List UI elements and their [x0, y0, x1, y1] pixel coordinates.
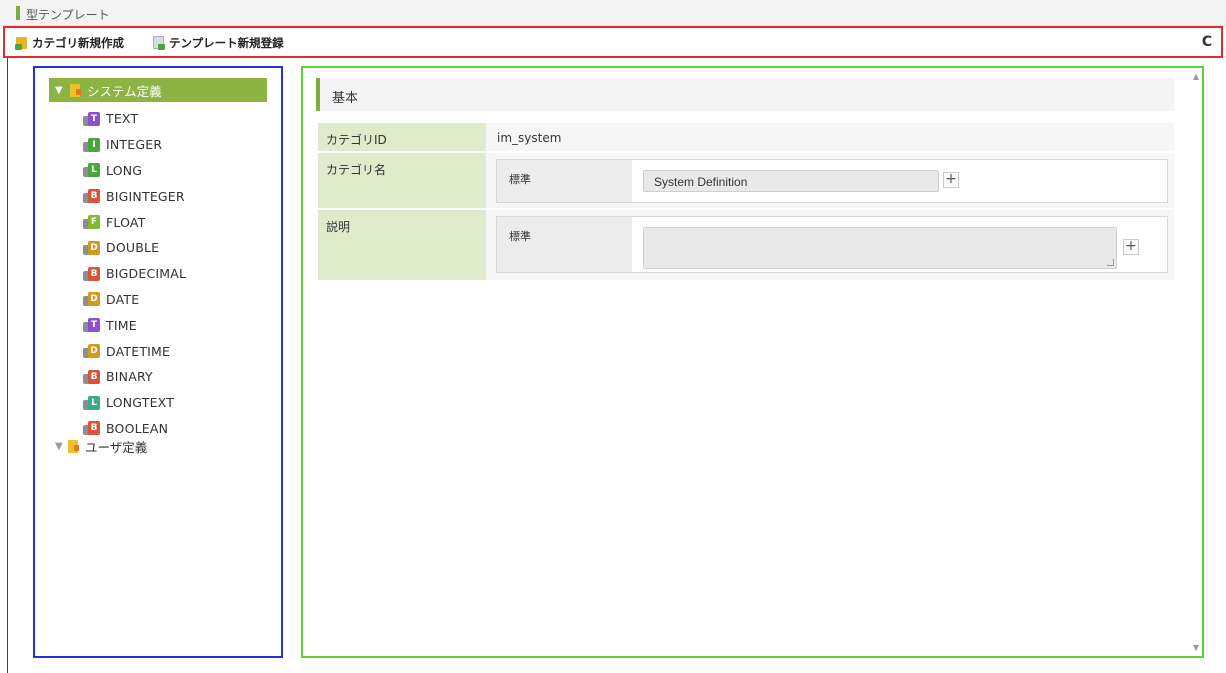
tree-item-integer[interactable]: I INTEGER [83, 132, 186, 158]
type-binary-icon: B [83, 369, 101, 385]
section-marker [316, 78, 320, 111]
tree-item-label: BINARY [106, 369, 153, 385]
tree-item-label: FLOAT [106, 214, 146, 230]
left-divider [7, 58, 8, 673]
folder-icon [67, 439, 81, 453]
folder-add-icon [15, 36, 29, 50]
section-title: 基本 [332, 91, 359, 106]
category-name-label: カテゴリ名 [318, 153, 486, 208]
standard-locale-label: 標準 [497, 217, 632, 272]
folder-icon [69, 83, 83, 97]
tree-item-biginteger[interactable]: B BIGINTEGER [83, 183, 186, 209]
toolbar: カテゴリ新規作成 テンプレート新規登録 C [3, 26, 1223, 58]
section-header: 基本 [316, 78, 1174, 111]
form-row-description: 説明 標準 + [318, 210, 1174, 282]
tree-item-float[interactable]: F FLOAT [83, 209, 186, 235]
scroll-up-icon[interactable]: ▲ [1193, 72, 1199, 81]
window-titlebar: 型テンプレート [0, 0, 1226, 26]
tree-item-double[interactable]: D DOUBLE [83, 235, 186, 261]
tree-item-binary[interactable]: B BINARY [83, 364, 186, 390]
tree-item-label: DATE [106, 291, 140, 307]
type-text-icon: T [83, 111, 101, 127]
tree-node-system[interactable]: ▼ システム定義 [49, 78, 267, 102]
detail-panel: ▲ ▼ 基本 カテゴリID im_system カテゴリ名 標準 System … [301, 66, 1204, 658]
tree-item-long[interactable]: L LONG [83, 158, 186, 184]
window-title: 型テンプレート [26, 8, 110, 22]
description-textarea[interactable] [643, 227, 1117, 269]
new-template-button[interactable]: テンプレート新規登録 [152, 34, 284, 52]
type-datetime-icon: D [83, 343, 101, 359]
type-longtext-icon: L [83, 395, 101, 411]
refresh-icon[interactable]: C [1199, 34, 1215, 50]
category-id-label: カテゴリID [318, 123, 486, 151]
resize-handle-icon[interactable] [1107, 259, 1114, 266]
category-id-cell: im_system [486, 123, 1174, 151]
locale-box: 標準 System Definition + [496, 159, 1168, 203]
type-bigdecimal-icon: B [83, 266, 101, 282]
tree-item-datetime[interactable]: D DATETIME [83, 338, 186, 364]
expand-arrow-icon[interactable]: ▼ [55, 85, 67, 96]
category-tree-panel: ▼ システム定義 T TEXT I INTEGER L LONG B BIGINTEGER F F… [33, 66, 283, 658]
type-biginteger-icon: B [83, 188, 101, 204]
category-name-cell: 標準 System Definition + [486, 153, 1174, 208]
type-date-icon: D [83, 291, 101, 307]
tree-item-label: DOUBLE [106, 240, 160, 256]
description-label: 説明 [318, 210, 486, 280]
category-name-input[interactable]: System Definition [643, 170, 939, 192]
expand-arrow-icon[interactable]: ▼ [55, 441, 67, 452]
tree-item-label: LONGTEXT [106, 395, 175, 411]
new-category-button[interactable]: カテゴリ新規作成 [15, 34, 124, 52]
tree-item-label: TIME [106, 317, 137, 333]
new-template-label: テンプレート新規登録 [169, 36, 284, 50]
type-float-icon: F [83, 214, 101, 230]
standard-locale-label: 標準 [497, 160, 632, 202]
form-row-category-id: カテゴリID im_system [318, 123, 1174, 153]
type-long-icon: L [83, 162, 101, 178]
tree-item-bigdecimal[interactable]: B BIGDECIMAL [83, 261, 186, 287]
category-form: カテゴリID im_system カテゴリ名 標準 System Definit… [318, 123, 1174, 282]
type-time-icon: T [83, 317, 101, 333]
tree-item-label: INTEGER [106, 137, 163, 153]
tree-children: T TEXT I INTEGER L LONG B BIGINTEGER F FLOAT D DOUB… [83, 106, 186, 441]
locale-box: 標準 + [496, 216, 1168, 273]
tree-item-label: BIGINTEGER [106, 188, 185, 204]
tree-item-label: LONG [106, 162, 143, 178]
tree-item-label: TEXT [106, 111, 139, 127]
tree-node-label: ユーザ定義 [85, 439, 148, 455]
tree-node-user[interactable]: ▼ ユーザ定義 [49, 434, 147, 458]
add-locale-button[interactable]: + [1123, 239, 1139, 255]
tree-item-label: BIGDECIMAL [106, 266, 187, 282]
tree-item-time[interactable]: T TIME [83, 312, 186, 338]
title-marker [16, 6, 20, 20]
type-double-icon: D [83, 240, 101, 256]
tree-item-longtext[interactable]: L LONGTEXT [83, 390, 186, 416]
form-row-category-name: カテゴリ名 標準 System Definition + [318, 153, 1174, 210]
description-cell: 標準 + [486, 210, 1174, 280]
new-category-label: カテゴリ新規作成 [32, 36, 124, 50]
tree-item-label: DATETIME [106, 343, 171, 359]
tree-item-text[interactable]: T TEXT [83, 106, 186, 132]
type-integer-icon: I [83, 137, 101, 153]
category-id-value: im_system [497, 131, 562, 145]
tree-node-label: システム定義 [87, 83, 162, 99]
scroll-down-icon[interactable]: ▼ [1193, 643, 1199, 652]
add-locale-button[interactable]: + [943, 172, 959, 188]
tree-item-date[interactable]: D DATE [83, 287, 186, 313]
document-add-icon [152, 36, 166, 50]
